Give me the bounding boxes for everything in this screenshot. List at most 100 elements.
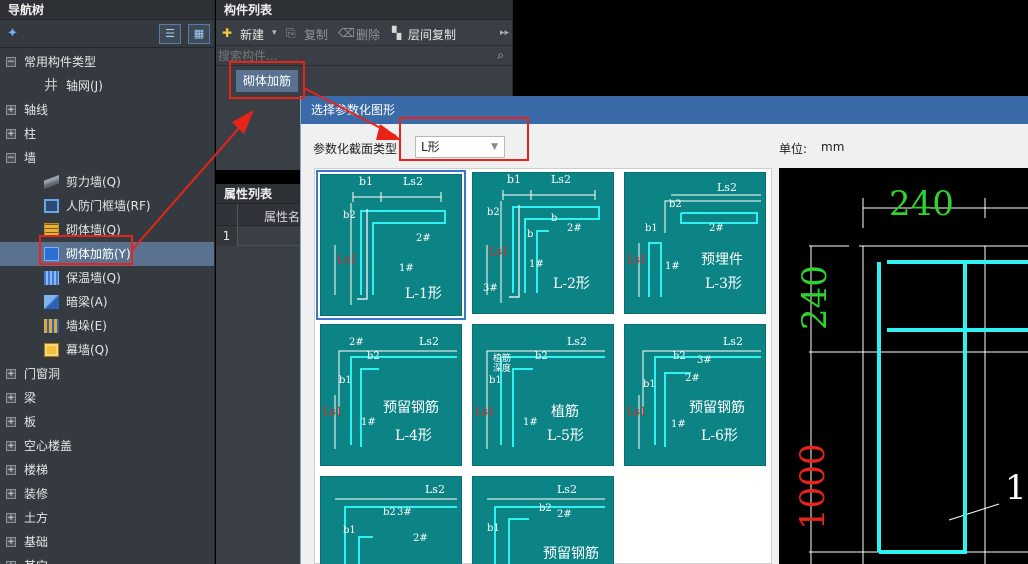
delete-icon: ⌫ bbox=[338, 26, 355, 40]
tree-item-insulation-wall[interactable]: 保温墙(Q) bbox=[0, 266, 214, 290]
expand-icon[interactable]: + bbox=[6, 105, 16, 115]
tree-group-wall[interactable]: − 墙 bbox=[0, 146, 214, 170]
property-name-column: 属性名 bbox=[264, 210, 301, 224]
shape-l1-thumb[interactable]: b1 Ls2 b2 2# 1# Ls1 L-1形 bbox=[316, 170, 466, 320]
dialog-title: 选择参数化图形 bbox=[301, 96, 1028, 124]
shear-wall-icon bbox=[44, 175, 59, 189]
property-list-title: 属性列表 bbox=[216, 184, 305, 204]
tree-group-foundation[interactable]: + 基础 bbox=[0, 530, 214, 554]
tree-item-shear-wall[interactable]: 剪力墙(Q) bbox=[0, 170, 214, 194]
tree-group-axis-line[interactable]: + 轴线 bbox=[0, 98, 214, 122]
chevron-down-icon[interactable]: ▾ bbox=[272, 28, 277, 38]
new-button[interactable]: 新建 bbox=[240, 26, 264, 43]
shape-l4-label: L-4形 bbox=[395, 428, 432, 444]
l4-diagram bbox=[334, 350, 457, 449]
insulation-wall-icon bbox=[44, 271, 59, 285]
door-frame-wall-icon bbox=[44, 199, 59, 213]
component-list-title: 构件列表 bbox=[216, 0, 512, 20]
expand-icon[interactable]: + bbox=[6, 489, 16, 499]
tree-group-opening[interactable]: + 门窗洞 bbox=[0, 362, 214, 386]
dimension-left-top: 240 bbox=[795, 265, 835, 330]
tree-item-civil-defense-wall[interactable]: 人防门框墙(RF) bbox=[0, 194, 214, 218]
l6-diagram bbox=[638, 350, 761, 449]
list-view-icon[interactable]: ☰ bbox=[159, 24, 181, 44]
floor-copy-icon: ▚ bbox=[392, 26, 402, 40]
l5-diagram bbox=[486, 350, 605, 449]
tree-item-masonry-wall[interactable]: 砌体墙(Q) bbox=[0, 218, 214, 242]
tree-group-other[interactable]: +其它 bbox=[0, 554, 214, 564]
delete-button[interactable]: 删除 bbox=[356, 26, 380, 43]
shape-l4-thumb[interactable]: 2# Ls2 b2 b1 1# Ls1 预留钢筋 L-4形 bbox=[320, 324, 462, 466]
component-search-input[interactable] bbox=[218, 47, 488, 65]
expand-icon[interactable]: + bbox=[6, 129, 16, 139]
shape-l3-label: L-3形 bbox=[705, 276, 742, 292]
parametric-shape-dialog: 选择参数化图形 参数化截面类型 L形 ▼ 单位: mm b1 Ls2 b2 2#… bbox=[300, 96, 1028, 564]
shape-preview: 240 240 1000 1 bbox=[779, 168, 1028, 564]
shape-l1-label: L-1形 bbox=[405, 286, 442, 302]
search-icon[interactable]: ⌕ bbox=[497, 48, 504, 63]
pin-icon[interactable]: ✦ bbox=[7, 26, 18, 41]
component-toolbar: ✚ 新建 ▾ ⎘ 复制 ⌫ 删除 ▚ 层间复制 ▸▸ bbox=[216, 20, 512, 46]
shape-l5-thumb[interactable]: 植筋 深度 Ls2 b2 b1 1# Ls1 植筋 L-5形 bbox=[472, 324, 614, 466]
collapse-icon[interactable]: − bbox=[6, 153, 16, 163]
masonry-wall-icon bbox=[44, 223, 59, 237]
chevron-down-icon: ▼ bbox=[491, 142, 498, 152]
expand-icon[interactable]: + bbox=[6, 441, 16, 451]
copy-button[interactable]: 复制 bbox=[304, 26, 328, 43]
tree-group-common[interactable]: − 常用构件类型 bbox=[0, 50, 214, 74]
shape-l6-label: L-6形 bbox=[701, 428, 738, 444]
expand-icon[interactable]: + bbox=[6, 369, 16, 379]
shape-l6-thumb[interactable]: Ls2 b2 3# 2# b1 1# Ls1 预留钢筋 L-6形 bbox=[624, 324, 766, 466]
shape-l7-thumb[interactable]: Ls2 b2 3# b1 2# bbox=[320, 476, 462, 564]
tree-item-masonry-rebar[interactable]: 砌体加筋(Y) bbox=[0, 242, 214, 266]
expand-icon[interactable]: + bbox=[6, 465, 16, 475]
new-icon: ✚ bbox=[222, 26, 233, 40]
tree-group-earthwork[interactable]: + 土方 bbox=[0, 506, 214, 530]
collapse-icon[interactable]: − bbox=[6, 57, 16, 67]
axis-grid-icon: 井 bbox=[44, 78, 58, 94]
tree-group-slab[interactable]: + 板 bbox=[0, 410, 214, 434]
shape-l3-thumb[interactable]: Ls2 b2 2# b1 1# Ls1 预埋件 L-3形 bbox=[624, 172, 766, 314]
more-icon[interactable]: ▸▸ bbox=[500, 28, 509, 38]
expand-icon[interactable]: + bbox=[6, 537, 16, 547]
nav-title: 导航树 bbox=[0, 0, 214, 20]
copy-icon: ⎘ bbox=[286, 26, 296, 40]
rebar-number-label: 1 bbox=[1005, 468, 1027, 508]
shape-l8-label: 预留钢筋 bbox=[543, 546, 599, 562]
component-item-masonry-rebar[interactable]: 砌体加筋 bbox=[236, 70, 298, 92]
shape-l5-label: L-5形 bbox=[547, 428, 584, 444]
expand-icon[interactable]: + bbox=[6, 513, 16, 523]
shape-gallery: b1 Ls2 b2 2# 1# Ls1 L-1形 b1 Ls2 b2 b 2# … bbox=[314, 168, 772, 564]
navigation-tree-panel: 导航树 ✦ ☰ ▦ − 常用构件类型 井轴网(J) + 轴线 + 柱 − 墙 剪力墙(Q… bbox=[0, 0, 215, 564]
tree-item-hidden-beam[interactable]: 暗梁(A) bbox=[0, 290, 214, 314]
section-type-label: 参数化截面类型 bbox=[313, 142, 398, 156]
tree-group-hollow-floor[interactable]: + 空心楼盖 bbox=[0, 434, 214, 458]
section-type-select[interactable]: L形 ▼ bbox=[415, 136, 505, 158]
tree-group-column[interactable]: + 柱 bbox=[0, 122, 214, 146]
grid-view-icon[interactable]: ▦ bbox=[188, 24, 210, 44]
tree-item-curtain-wall[interactable]: 幕墙(Q) bbox=[0, 338, 214, 362]
tree-group-stairs[interactable]: + 楼梯 bbox=[0, 458, 214, 482]
expand-icon[interactable]: + bbox=[6, 417, 16, 427]
shape-l2-label: L-2形 bbox=[553, 276, 590, 292]
shape-l8-thumb[interactable]: Ls2 b2 2# b1 预留钢筋 bbox=[472, 476, 614, 564]
tree-item-wall-pier[interactable]: 墙垛(E) bbox=[0, 314, 214, 338]
unit-label: 单位: bbox=[779, 142, 808, 156]
tree-group-decoration[interactable]: + 装修 bbox=[0, 482, 214, 506]
floor-copy-button[interactable]: 层间复制 bbox=[408, 26, 456, 43]
curtain-wall-icon bbox=[44, 343, 59, 357]
shape-l2-thumb[interactable]: b1 Ls2 b2 b 2# b 1# 3# Ls1 L-2形 bbox=[472, 172, 614, 314]
property-list-panel: 属性列表 属性名 1 bbox=[216, 184, 306, 564]
tree-item-axis-grid[interactable]: 井轴网(J) bbox=[0, 74, 214, 98]
tree-group-beam[interactable]: + 梁 bbox=[0, 386, 214, 410]
unit-value: mm bbox=[821, 140, 845, 154]
masonry-rebar-icon bbox=[44, 247, 59, 261]
nav-toolbar: ✦ ☰ ▦ bbox=[0, 20, 214, 48]
property-header: 属性名 bbox=[216, 204, 305, 226]
l3-diagram bbox=[638, 194, 761, 297]
nav-tree: − 常用构件类型 井轴网(J) + 轴线 + 柱 − 墙 剪力墙(Q) 人防门框墙(RF… bbox=[0, 48, 214, 564]
dimension-top: 240 bbox=[889, 184, 954, 224]
property-row[interactable]: 1 bbox=[216, 226, 305, 246]
expand-icon[interactable]: + bbox=[6, 393, 16, 403]
dimension-left-bottom: 1000 bbox=[793, 443, 833, 530]
